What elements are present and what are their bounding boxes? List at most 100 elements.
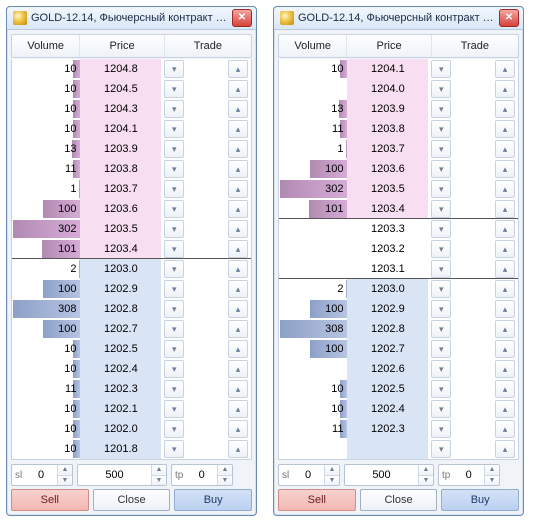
buy-at-price-button[interactable] (228, 280, 248, 298)
buy-at-price-button[interactable] (495, 340, 515, 358)
sell-button[interactable]: Sell (11, 489, 89, 511)
buy-at-price-button[interactable] (228, 80, 248, 98)
header-trade[interactable]: Trade (432, 35, 518, 57)
sell-at-price-button[interactable] (164, 380, 184, 398)
sell-at-price-button[interactable] (431, 260, 451, 278)
sell-at-price-button[interactable] (431, 120, 451, 138)
sell-at-price-button[interactable] (431, 100, 451, 118)
sell-at-price-button[interactable] (164, 80, 184, 98)
sell-at-price-button[interactable] (164, 440, 184, 458)
chevron-down-icon[interactable]: ▼ (58, 476, 72, 486)
sell-at-price-button[interactable] (164, 200, 184, 218)
buy-at-price-button[interactable] (228, 440, 248, 458)
close-button[interactable]: ✕ (232, 9, 252, 27)
buy-at-price-button[interactable] (228, 260, 248, 278)
take-profit-input[interactable]: tp 0 ▲ ▼ (438, 464, 500, 486)
sell-at-price-button[interactable] (431, 380, 451, 398)
buy-at-price-button[interactable] (228, 100, 248, 118)
buy-at-price-button[interactable] (228, 300, 248, 318)
buy-at-price-button[interactable] (228, 380, 248, 398)
buy-at-price-button[interactable] (228, 320, 248, 338)
chevron-up-icon[interactable]: ▲ (58, 465, 72, 476)
spinner[interactable]: ▲ ▼ (324, 465, 339, 485)
buy-at-price-button[interactable] (495, 160, 515, 178)
chevron-down-icon[interactable]: ▼ (419, 476, 433, 486)
chevron-down-icon[interactable]: ▼ (485, 476, 499, 486)
sell-at-price-button[interactable] (431, 340, 451, 358)
sell-at-price-button[interactable] (431, 160, 451, 178)
buy-at-price-button[interactable] (495, 60, 515, 78)
sell-at-price-button[interactable] (164, 120, 184, 138)
titlebar[interactable]: GOLD-12.14, Фьючерсный контракт G… ✕ (274, 7, 523, 30)
header-price[interactable]: Price (347, 35, 431, 57)
header-trade[interactable]: Trade (165, 35, 251, 57)
spinner[interactable]: ▲ ▼ (484, 465, 499, 485)
buy-at-price-button[interactable] (495, 380, 515, 398)
buy-at-price-button[interactable] (228, 180, 248, 198)
titlebar[interactable]: GOLD-12.14, Фьючерсный контракт G… ✕ (7, 7, 256, 30)
sell-at-price-button[interactable] (431, 320, 451, 338)
buy-at-price-button[interactable] (495, 100, 515, 118)
sell-at-price-button[interactable] (431, 400, 451, 418)
header-volume[interactable]: Volume (12, 35, 80, 57)
sell-at-price-button[interactable] (164, 260, 184, 278)
chevron-up-icon[interactable]: ▲ (152, 465, 166, 476)
quantity-input[interactable]: 500 ▲ ▼ (77, 464, 167, 486)
sell-at-price-button[interactable] (164, 320, 184, 338)
buy-at-price-button[interactable] (495, 440, 515, 458)
sell-at-price-button[interactable] (431, 80, 451, 98)
sell-at-price-button[interactable] (164, 360, 184, 378)
buy-at-price-button[interactable] (228, 160, 248, 178)
buy-at-price-button[interactable] (228, 60, 248, 78)
buy-at-price-button[interactable] (495, 80, 515, 98)
sell-at-price-button[interactable] (164, 100, 184, 118)
stop-loss-input[interactable]: sl 0 ▲ ▼ (11, 464, 73, 486)
buy-at-price-button[interactable] (495, 260, 515, 278)
chevron-up-icon[interactable]: ▲ (419, 465, 433, 476)
sell-at-price-button[interactable] (164, 420, 184, 438)
buy-at-price-button[interactable] (495, 180, 515, 198)
stop-loss-input[interactable]: sl 0 ▲ ▼ (278, 464, 340, 486)
chevron-up-icon[interactable]: ▲ (325, 465, 339, 476)
buy-at-price-button[interactable] (495, 300, 515, 318)
sell-at-price-button[interactable] (431, 360, 451, 378)
buy-at-price-button[interactable] (228, 140, 248, 158)
sell-at-price-button[interactable] (164, 340, 184, 358)
sell-at-price-button[interactable] (164, 180, 184, 198)
buy-at-price-button[interactable] (495, 320, 515, 338)
buy-at-price-button[interactable] (228, 240, 248, 258)
buy-at-price-button[interactable] (228, 220, 248, 238)
sell-at-price-button[interactable] (431, 180, 451, 198)
sell-at-price-button[interactable] (431, 140, 451, 158)
sell-at-price-button[interactable] (431, 300, 451, 318)
sell-at-price-button[interactable] (431, 440, 451, 458)
buy-at-price-button[interactable] (228, 400, 248, 418)
sell-button[interactable]: Sell (278, 489, 356, 511)
buy-button[interactable]: Buy (441, 489, 519, 511)
buy-button[interactable]: Buy (174, 489, 252, 511)
buy-at-price-button[interactable] (495, 140, 515, 158)
header-price[interactable]: Price (80, 35, 164, 57)
buy-at-price-button[interactable] (495, 420, 515, 438)
buy-at-price-button[interactable] (228, 420, 248, 438)
chevron-up-icon[interactable]: ▲ (218, 465, 232, 476)
sell-at-price-button[interactable] (431, 60, 451, 78)
buy-at-price-button[interactable] (228, 340, 248, 358)
close-button-position[interactable]: Close (360, 489, 438, 511)
close-button[interactable]: ✕ (499, 9, 519, 27)
buy-at-price-button[interactable] (495, 400, 515, 418)
sell-at-price-button[interactable] (164, 300, 184, 318)
sell-at-price-button[interactable] (164, 60, 184, 78)
buy-at-price-button[interactable] (495, 120, 515, 138)
spinner[interactable]: ▲ ▼ (217, 465, 232, 485)
spinner[interactable]: ▲ ▼ (418, 465, 433, 485)
sell-at-price-button[interactable] (164, 240, 184, 258)
buy-at-price-button[interactable] (228, 200, 248, 218)
chevron-down-icon[interactable]: ▼ (325, 476, 339, 486)
header-volume[interactable]: Volume (279, 35, 347, 57)
spinner[interactable]: ▲ ▼ (151, 465, 166, 485)
sell-at-price-button[interactable] (164, 140, 184, 158)
sell-at-price-button[interactable] (431, 280, 451, 298)
sell-at-price-button[interactable] (431, 220, 451, 238)
sell-at-price-button[interactable] (164, 400, 184, 418)
